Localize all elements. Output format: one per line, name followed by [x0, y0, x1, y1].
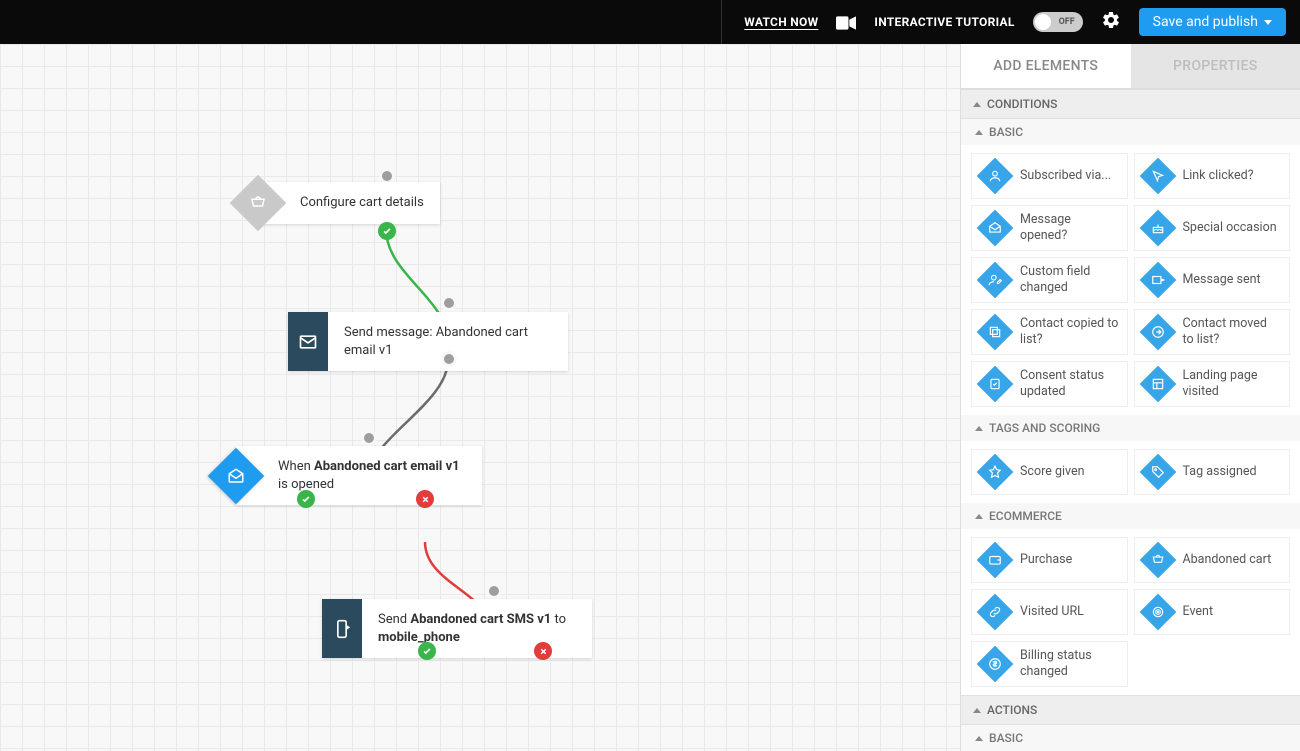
toggle-knob: [1035, 14, 1051, 30]
subsection-ecommerce[interactable]: ECOMMERCE: [961, 503, 1300, 529]
envelope-open-icon: [977, 210, 1014, 247]
watch-now-link[interactable]: WATCH NOW: [744, 15, 818, 29]
section-conditions[interactable]: CONDITIONS: [961, 89, 1300, 119]
el-consent-updated[interactable]: Consent status updated: [971, 361, 1128, 407]
right-panel: ADD ELEMENTS PROPERTIES CONDITIONS BASIC…: [960, 44, 1300, 751]
connector-dot[interactable]: [361, 430, 377, 446]
subsection-basic[interactable]: BASIC: [961, 119, 1300, 145]
tab-add-elements[interactable]: ADD ELEMENTS: [961, 44, 1131, 89]
tutorial-label: INTERACTIVE TUTORIAL: [874, 15, 1014, 29]
tutorial-toggle[interactable]: OFF: [1033, 12, 1083, 32]
el-landing-visited[interactable]: Landing page visited: [1134, 361, 1291, 407]
triangle-up-icon: [975, 426, 983, 431]
el-contact-moved[interactable]: Contact moved to list?: [1134, 309, 1291, 355]
el-contact-copied[interactable]: Contact copied to list?: [971, 309, 1128, 355]
toggle-text: OFF: [1059, 17, 1075, 27]
layout-icon: [1139, 366, 1176, 403]
el-billing-status[interactable]: Billing status changed: [971, 641, 1128, 687]
user-icon: [977, 158, 1014, 195]
check-badge[interactable]: [297, 490, 315, 508]
el-subscribed-via[interactable]: Subscribed via...: [971, 153, 1128, 199]
wallet-icon: [977, 542, 1014, 579]
subsection-basic-actions[interactable]: BASIC: [961, 725, 1300, 751]
tab-properties[interactable]: PROPERTIES: [1131, 44, 1300, 89]
node-send-email[interactable]: Send message: Abandoned cart email v1: [288, 312, 568, 371]
cart-icon: [230, 174, 287, 231]
panel-tabs: ADD ELEMENTS PROPERTIES: [961, 44, 1300, 89]
connector-dot[interactable]: [486, 583, 502, 599]
envelope-open-icon: [208, 447, 265, 504]
cursor-icon: [1139, 158, 1176, 195]
connector-dot[interactable]: [441, 295, 457, 311]
triangle-up-icon: [975, 736, 983, 741]
triangle-up-icon: [975, 514, 983, 519]
el-message-sent[interactable]: Message sent: [1134, 257, 1291, 303]
triangle-up-icon: [973, 708, 981, 713]
el-purchase[interactable]: Purchase: [971, 537, 1128, 583]
connector-dot[interactable]: [441, 351, 457, 367]
subsection-tags-scoring[interactable]: TAGS AND SCORING: [961, 415, 1300, 441]
el-message-opened[interactable]: Message opened?: [971, 205, 1128, 251]
copy-icon: [977, 314, 1014, 351]
send-icon: [1139, 262, 1176, 299]
dollar-icon: [977, 646, 1014, 683]
target-icon: [1139, 594, 1176, 631]
workflow-canvas[interactable]: Configure cart details Send message: Aba…: [0, 44, 960, 751]
el-link-clicked[interactable]: Link clicked?: [1134, 153, 1291, 199]
triangle-up-icon: [975, 130, 983, 135]
check-badge[interactable]: [378, 222, 396, 240]
el-event[interactable]: Event: [1134, 589, 1291, 635]
caret-down-icon: [1264, 20, 1272, 25]
node-label: Configure cart details: [284, 182, 440, 224]
cross-badge[interactable]: [416, 490, 434, 508]
cross-badge[interactable]: [534, 642, 552, 660]
save-label: Save and publish: [1153, 14, 1258, 30]
cart-icon: [1139, 542, 1176, 579]
el-custom-field[interactable]: Custom field changed: [971, 257, 1128, 303]
el-score-given[interactable]: Score given: [971, 449, 1128, 495]
check-badge[interactable]: [418, 642, 436, 660]
top-bar: WATCH NOW INTERACTIVE TUTORIAL OFF Save …: [0, 0, 1300, 44]
cake-icon: [1139, 210, 1176, 247]
shield-check-icon: [977, 366, 1014, 403]
panel-scroll[interactable]: CONDITIONS BASIC Subscribed via... Link …: [961, 89, 1300, 751]
divider: [721, 0, 722, 44]
link-icon: [977, 594, 1014, 631]
section-actions[interactable]: ACTIONS: [961, 695, 1300, 725]
node-label: Send Abandoned cart SMS v1 to mobile_pho…: [362, 599, 592, 658]
gear-icon[interactable]: [1101, 10, 1121, 34]
video-icon: [836, 15, 856, 29]
user-edit-icon: [977, 262, 1014, 299]
node-label: When Abandoned cart email v1 is opened: [262, 446, 482, 505]
phone-icon: [322, 599, 362, 658]
el-visited-url[interactable]: Visited URL: [971, 589, 1128, 635]
node-configure-cart[interactable]: Configure cart details: [258, 182, 440, 224]
star-icon: [977, 454, 1014, 491]
arrow-right-icon: [1139, 314, 1176, 351]
el-special-occasion[interactable]: Special occasion: [1134, 205, 1291, 251]
envelope-icon: [288, 312, 328, 371]
tag-icon: [1139, 454, 1176, 491]
node-when-opened[interactable]: When Abandoned cart email v1 is opened: [236, 446, 482, 505]
el-abandoned-cart[interactable]: Abandoned cart: [1134, 537, 1291, 583]
save-publish-button[interactable]: Save and publish: [1139, 8, 1286, 36]
el-tag-assigned[interactable]: Tag assigned: [1134, 449, 1291, 495]
triangle-up-icon: [973, 102, 981, 107]
